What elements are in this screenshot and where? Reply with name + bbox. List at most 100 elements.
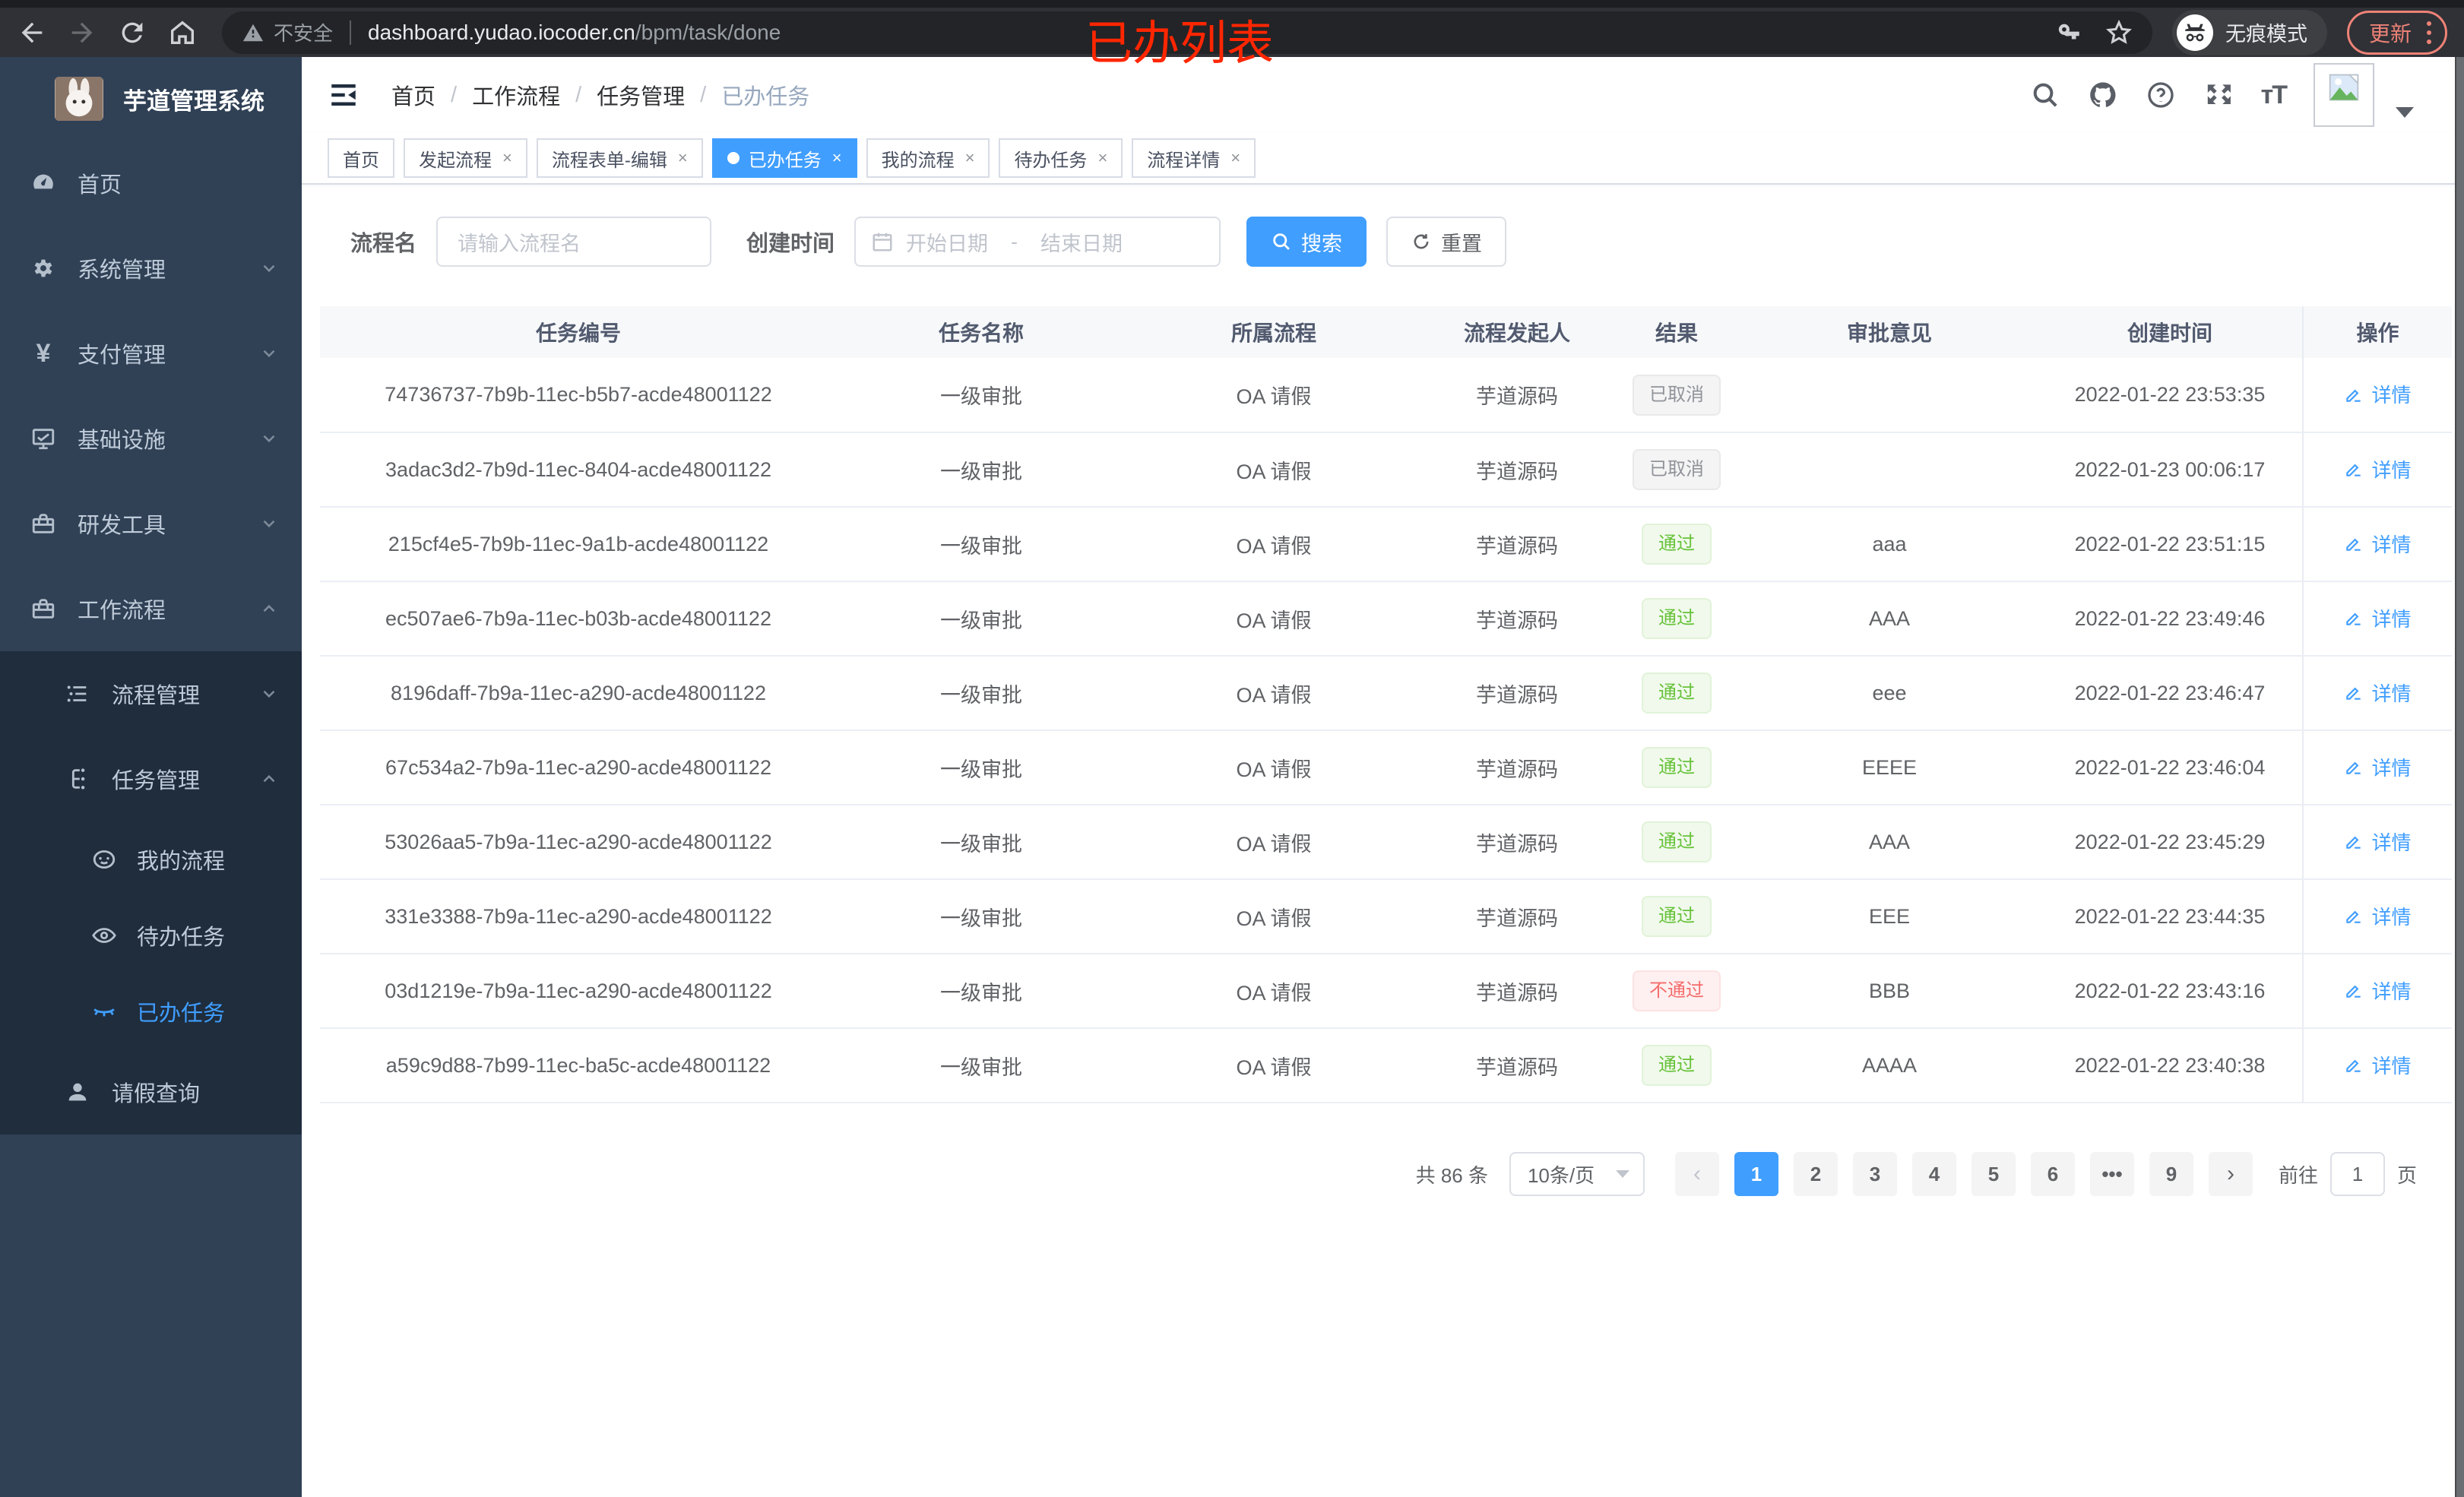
page-button-9[interactable]: 9 (2149, 1152, 2193, 1196)
date-range-input[interactable]: 开始日期 - 结束日期 (854, 217, 1221, 267)
tab-done-tasks[interactable]: 已办任务 × (711, 138, 857, 178)
sidebar-item-workflow[interactable]: 工作流程 (0, 566, 302, 651)
search-button[interactable]: 搜索 (1246, 217, 1367, 267)
sidebar-item-home[interactable]: 首页 (0, 141, 302, 226)
process-name-input[interactable]: 请输入流程名 (436, 217, 712, 267)
page-size-select[interactable]: 10条/页 (1509, 1152, 1645, 1196)
browser-update-button[interactable]: 更新 (2346, 10, 2447, 55)
next-page-button[interactable]: › (2208, 1152, 2253, 1196)
avatar[interactable] (2314, 63, 2374, 127)
initiator: 芋道源码 (1422, 805, 1612, 880)
breadcrumb-task-mgmt[interactable]: 任务管理 (597, 79, 685, 111)
pen-icon (2346, 1059, 2361, 1072)
tab-process-form-edit[interactable]: 流程表单-编辑 × (536, 138, 703, 178)
task-name: 一级审批 (837, 1028, 1126, 1103)
comment: AAAA (1741, 1028, 2038, 1103)
breadcrumb-current: 已办任务 (721, 85, 810, 109)
task-id: ec507ae6-7b9a-11ec-b03b-acde48001122 (320, 581, 837, 657)
detail-link[interactable]: 详情 (2344, 679, 2412, 707)
process-name: OA 请假 (1126, 507, 1422, 582)
detail-link[interactable]: 详情 (2344, 753, 2412, 781)
incognito-label: 无痕模式 (2225, 23, 2307, 46)
bookmark-star-icon[interactable] (2105, 19, 2133, 46)
goto-page-input[interactable]: 1 (2329, 1152, 2385, 1196)
tree-icon (71, 768, 85, 790)
table-row: 8196daff-7b9a-11ec-a290-acde48001122 一级审… (320, 656, 2452, 731)
comment (1741, 432, 2038, 508)
page-button-1[interactable]: 1 (1734, 1152, 1778, 1196)
password-key-icon[interactable] (2057, 20, 2082, 46)
fullscreen-icon[interactable] (2203, 80, 2234, 110)
detail-link[interactable]: 详情 (2344, 828, 2412, 856)
detail-link[interactable]: 详情 (2344, 530, 2412, 558)
font-size-icon[interactable]: тT (2261, 81, 2288, 110)
dashboard-icon (33, 174, 53, 189)
result-badge: 通过 (1642, 673, 1712, 714)
sidebar-item-my-process[interactable]: 我的流程 (0, 821, 302, 897)
home-icon[interactable] (167, 17, 198, 48)
tab-process-detail[interactable]: 流程详情 × (1132, 138, 1256, 178)
tab-todo-tasks[interactable]: 待办任务 × (999, 138, 1123, 178)
sidebar-item-process-mgmt[interactable]: 流程管理 (0, 651, 302, 736)
sidebar-item-system[interactable]: 系统管理 (0, 226, 302, 311)
tab-start-process[interactable]: 发起流程 × (404, 138, 527, 178)
search-icon[interactable] (2030, 80, 2060, 110)
sidebar-item-infrastructure[interactable]: 基础设施 (0, 396, 302, 481)
close-icon[interactable]: × (678, 150, 688, 166)
detail-link[interactable]: 详情 (2344, 902, 2412, 930)
breadcrumb-workflow[interactable]: 工作流程 (472, 79, 560, 111)
result-badge: 不通过 (1633, 970, 1721, 1011)
task-table: 任务编号 任务名称 所属流程 流程发起人 结果 审批意见 创建时间 操作 747… (320, 306, 2452, 1103)
detail-link[interactable]: 详情 (2344, 1051, 2412, 1079)
table-row: a59c9d88-7b99-11ec-ba5c-acde48001122 一级审… (320, 1028, 2452, 1103)
github-icon[interactable] (2088, 80, 2118, 110)
page-button-2[interactable]: 2 (1793, 1152, 1838, 1196)
page-button-4[interactable]: 4 (1911, 1152, 1956, 1196)
close-icon[interactable]: × (1097, 150, 1107, 166)
page-button-3[interactable]: 3 (1852, 1152, 1897, 1196)
update-label[interactable]: 更新 (2369, 17, 2412, 48)
window-scrollbar[interactable] (2455, 57, 2464, 1497)
result-badge: 通过 (1642, 896, 1712, 937)
sidebar-item-leave-query[interactable]: 请假查询 (0, 1049, 302, 1135)
sidebar-item-todo-tasks[interactable]: 待办任务 (0, 897, 302, 973)
reset-button[interactable]: 重置 (1386, 217, 1507, 267)
sidebar-toggle-icon[interactable] (328, 79, 359, 111)
security-label[interactable]: 不安全 (274, 18, 333, 46)
page-button-5[interactable]: 5 (1971, 1152, 2016, 1196)
task-name: 一级审批 (837, 730, 1126, 805)
breadcrumb-home[interactable]: 首页 (391, 79, 435, 111)
detail-link[interactable]: 详情 (2344, 380, 2412, 408)
process-name: OA 请假 (1126, 581, 1422, 657)
close-icon[interactable]: × (965, 150, 975, 166)
detail-link[interactable]: 详情 (2344, 455, 2412, 483)
tab-my-process[interactable]: 我的流程 × (866, 138, 990, 178)
browser-menu-icon[interactable] (2427, 21, 2431, 44)
app-logo[interactable]: 芋道管理系统 (0, 57, 302, 141)
create-time: 2022-01-22 23:43:16 (2038, 954, 2303, 1029)
page-button-6[interactable]: 6 (2030, 1152, 2075, 1196)
back-icon[interactable] (17, 17, 47, 48)
avatar-caret-icon[interactable] (2396, 107, 2414, 118)
briefcase-icon (32, 599, 55, 619)
prev-page-button[interactable]: ‹ (1674, 1152, 1719, 1196)
detail-link[interactable]: 详情 (2344, 976, 2412, 1005)
sidebar-item-payment[interactable]: ¥ 支付管理 (0, 311, 302, 396)
close-icon[interactable]: × (1230, 150, 1240, 166)
sidebar-item-done-tasks[interactable]: 已办任务 (0, 973, 302, 1049)
close-icon[interactable]: × (832, 150, 842, 166)
create-time: 2022-01-22 23:46:04 (2038, 730, 2303, 805)
more-pages-button[interactable]: ••• (2089, 1152, 2134, 1196)
help-icon[interactable] (2146, 80, 2176, 110)
reload-icon[interactable] (117, 17, 147, 48)
detail-link[interactable]: 详情 (2344, 604, 2412, 632)
tab-home[interactable]: 首页 (328, 138, 394, 178)
sidebar-item-task-mgmt[interactable]: 任务管理 (0, 736, 302, 821)
pagination: 共 86 条 10条/页 ‹ 1 2 3 4 5 6 ••• 9 › 前往 1 … (302, 1152, 2455, 1196)
sidebar-item-devtools[interactable]: 研发工具 (0, 481, 302, 566)
tag-bar: 首页 发起流程 × 流程表单-编辑 × 已办任务 × 我的流程 × 待办任务 × 流程详情… (302, 133, 2455, 185)
forward-icon[interactable] (67, 17, 97, 48)
initiator: 芋道源码 (1422, 432, 1612, 508)
close-icon[interactable]: × (502, 150, 512, 166)
eye-closed-icon (93, 1008, 115, 1017)
